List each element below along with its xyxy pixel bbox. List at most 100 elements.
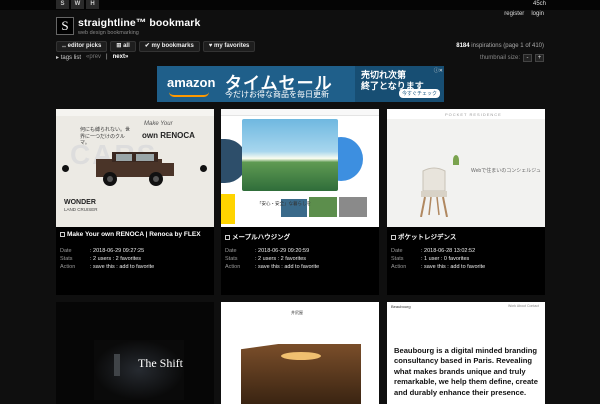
stats-label: Stats <box>225 256 238 262</box>
login-link[interactable]: login <box>531 11 544 17</box>
shot-text: Beaubourg is a digital minded branding c… <box>394 346 538 397</box>
ad-right-line1: 売切れ次第 <box>361 70 407 80</box>
shot-text: 何にも縛られない。世界に一つだけのクルマ。 <box>80 127 131 146</box>
card-screenshot[interactable]: Beaubourg Work About Contact Beaubourg i… <box>387 302 545 404</box>
card-meta: Date : 2018-06-29 09:27:25 Stats : 2 users… <box>60 247 154 271</box>
link-icon <box>225 234 230 240</box>
my-bookmarks-label: my bookmarks <box>151 43 194 49</box>
action-label: Action <box>391 264 407 270</box>
inspirations-count: 8184 inspirations (page 1 of 410) <box>456 43 544 49</box>
main-nav: ‥ editor picks ⊞ all ✔ my bookmarks ♥ my… <box>56 41 256 52</box>
thumbnail-smaller-button[interactable]: - <box>523 54 532 62</box>
card-screenshot[interactable]: POCKET RESIDENCE Webで住まいのコンシェルジュ <box>387 109 545 227</box>
amazon-ad-banner[interactable]: amazon タイムセール 今だけお得な商品を毎日更新 売切れ次第 終了となります… <box>157 66 444 102</box>
shot-nav <box>221 109 379 116</box>
shot-header <box>56 109 214 116</box>
bookmark-card: 井尻屋 <box>221 302 379 404</box>
all-button[interactable]: ⊞ all <box>110 41 136 52</box>
card-title[interactable]: メープルハウジング <box>225 231 290 241</box>
my-bookmarks-button[interactable]: ✔ my bookmarks <box>138 41 200 52</box>
register-link[interactable]: register <box>504 11 524 17</box>
page: S W H 45ch S straightline™ bookmark web … <box>0 0 600 404</box>
stats-value: : 2 users : 2 favorites <box>255 256 307 262</box>
amazon-logo: amazon <box>167 75 216 90</box>
char-count: 45ch <box>532 1 546 7</box>
ad-close-icon[interactable]: ⓘ✕ <box>434 67 443 74</box>
inspirations-label: inspirations (page 1 of 410) <box>471 43 544 49</box>
h-button[interactable]: H <box>86 0 99 9</box>
shot-renoca: own RENOCA <box>142 131 195 140</box>
bookmark-card: Beaubourg Work About Contact Beaubourg i… <box>387 302 545 404</box>
site-logo[interactable]: S <box>56 17 74 35</box>
bookmark-card: CARS 何にも縛られない。世界に一つだけのクルマ。 Make Your own… <box>56 109 214 295</box>
prev-link[interactable]: «prev <box>86 54 101 61</box>
date-label: Date <box>60 248 72 254</box>
my-favorites-label: my favorites <box>214 43 250 49</box>
shot-text: The Shift <box>138 356 183 370</box>
ad-right-panel: 売切れ次第 終了となります 今すぐチェック ⓘ✕ <box>355 66 444 102</box>
bookmark-card: POCKET RESIDENCE Webで住まいのコンシェルジュ ポケットレジデ… <box>387 109 545 295</box>
editor-picks-button[interactable]: ‥ editor picks <box>56 41 108 52</box>
inspirations-number: 8184 <box>456 43 470 49</box>
shot-made: Make Your <box>144 121 173 127</box>
ad-cta-button[interactable]: 今すぐチェック <box>398 89 440 98</box>
stats-value: : 2 users : 2 favorites <box>90 256 142 262</box>
stats-label: Stats <box>391 256 404 262</box>
shot-text: Webで住まいのコンシェルジュ <box>471 168 541 174</box>
sub-nav: ▸ tags list «prev | next» <box>56 54 128 61</box>
tags-list-link[interactable]: ▸ tags list <box>56 54 81 61</box>
site-title[interactable]: straightline™ bookmark <box>78 17 200 29</box>
arrow-icon: ▸ <box>56 55 60 61</box>
card-screenshot[interactable]: 井尻屋 <box>221 302 379 404</box>
chair-image <box>420 167 448 217</box>
shot-landscape <box>242 119 338 191</box>
next-link[interactable]: next» <box>113 54 129 61</box>
shot-land-cruiser: LAND CRUISER <box>64 207 98 212</box>
stats-value: : 1 user : 0 favorites <box>421 256 470 262</box>
thumbnail-larger-button[interactable]: + <box>535 54 544 62</box>
date-label: Date <box>225 248 237 254</box>
heart-icon: ♥ <box>208 43 213 49</box>
action-links[interactable]: : save this : add to favorite <box>421 264 485 270</box>
car-image <box>96 152 174 186</box>
date-value: : 2018-06-28 13:02:52 <box>421 248 476 254</box>
shot-figure <box>114 354 120 376</box>
card-screenshot[interactable]: 「安心・安全」な暮らしを <box>221 109 379 227</box>
w-button[interactable]: W <box>71 0 84 9</box>
plant-icon <box>453 155 459 165</box>
check-icon: ✔ <box>144 43 150 49</box>
action-label: Action <box>60 264 76 270</box>
action-links[interactable]: : save this : add to favorite <box>255 264 319 270</box>
stats-label: Stats <box>60 256 73 262</box>
card-title[interactable]: ポケットレジデンス <box>391 231 456 241</box>
date-value: : 2018-06-29 09:20:59 <box>255 248 310 254</box>
date-value: : 2018-06-29 09:27:25 <box>90 248 145 254</box>
shot-logo: 井尻屋 <box>291 310 303 315</box>
width-switcher: S W H <box>56 0 99 9</box>
next-slide-icon[interactable] <box>200 165 207 172</box>
prev-slide-icon[interactable] <box>62 165 69 172</box>
action-links[interactable]: : save this : add to favorite <box>90 264 154 270</box>
card-title-text: Make Your own RENOCA | Renoca by FLEX <box>67 231 201 238</box>
shot-title: POCKET RESIDENCE <box>445 112 502 117</box>
card-title[interactable]: Make Your own RENOCA | Renoca by FLEX <box>60 231 201 238</box>
card-screenshot[interactable]: CARS 何にも縛られない。世界に一つだけのクルマ。 Make Your own… <box>56 109 214 227</box>
thumbnail-size-label: thumbnail size: <box>479 55 520 61</box>
card-meta: Date : 2018-06-29 09:20:59 Stats : 2 users… <box>225 247 319 271</box>
card-screenshot[interactable]: The Shift <box>56 302 214 404</box>
all-label: all <box>123 43 130 49</box>
link-icon <box>391 234 396 240</box>
grid-icon: ⊞ <box>116 43 122 49</box>
shot-brand: Beaubourg <box>391 304 411 309</box>
action-label: Action <box>225 264 241 270</box>
amazon-smile-icon <box>169 92 209 97</box>
s-button[interactable]: S <box>56 0 69 9</box>
top-strip: S W H 45ch <box>0 0 600 10</box>
bookmark-card: 「安心・安全」な暮らしを メープルハウジング Date : 2018-06-29 … <box>221 109 379 295</box>
shot-thumb <box>339 197 367 217</box>
my-favorites-button[interactable]: ♥ my favorites <box>202 41 256 52</box>
ad-subline: 今だけお得な商品を毎日更新 <box>225 90 329 99</box>
shot-nav: Work About Contact <box>507 304 539 308</box>
card-meta: Date: 2018-06-28 13:02:52 Stats: 1 user … <box>391 247 485 271</box>
auth-links: register login <box>504 11 544 17</box>
